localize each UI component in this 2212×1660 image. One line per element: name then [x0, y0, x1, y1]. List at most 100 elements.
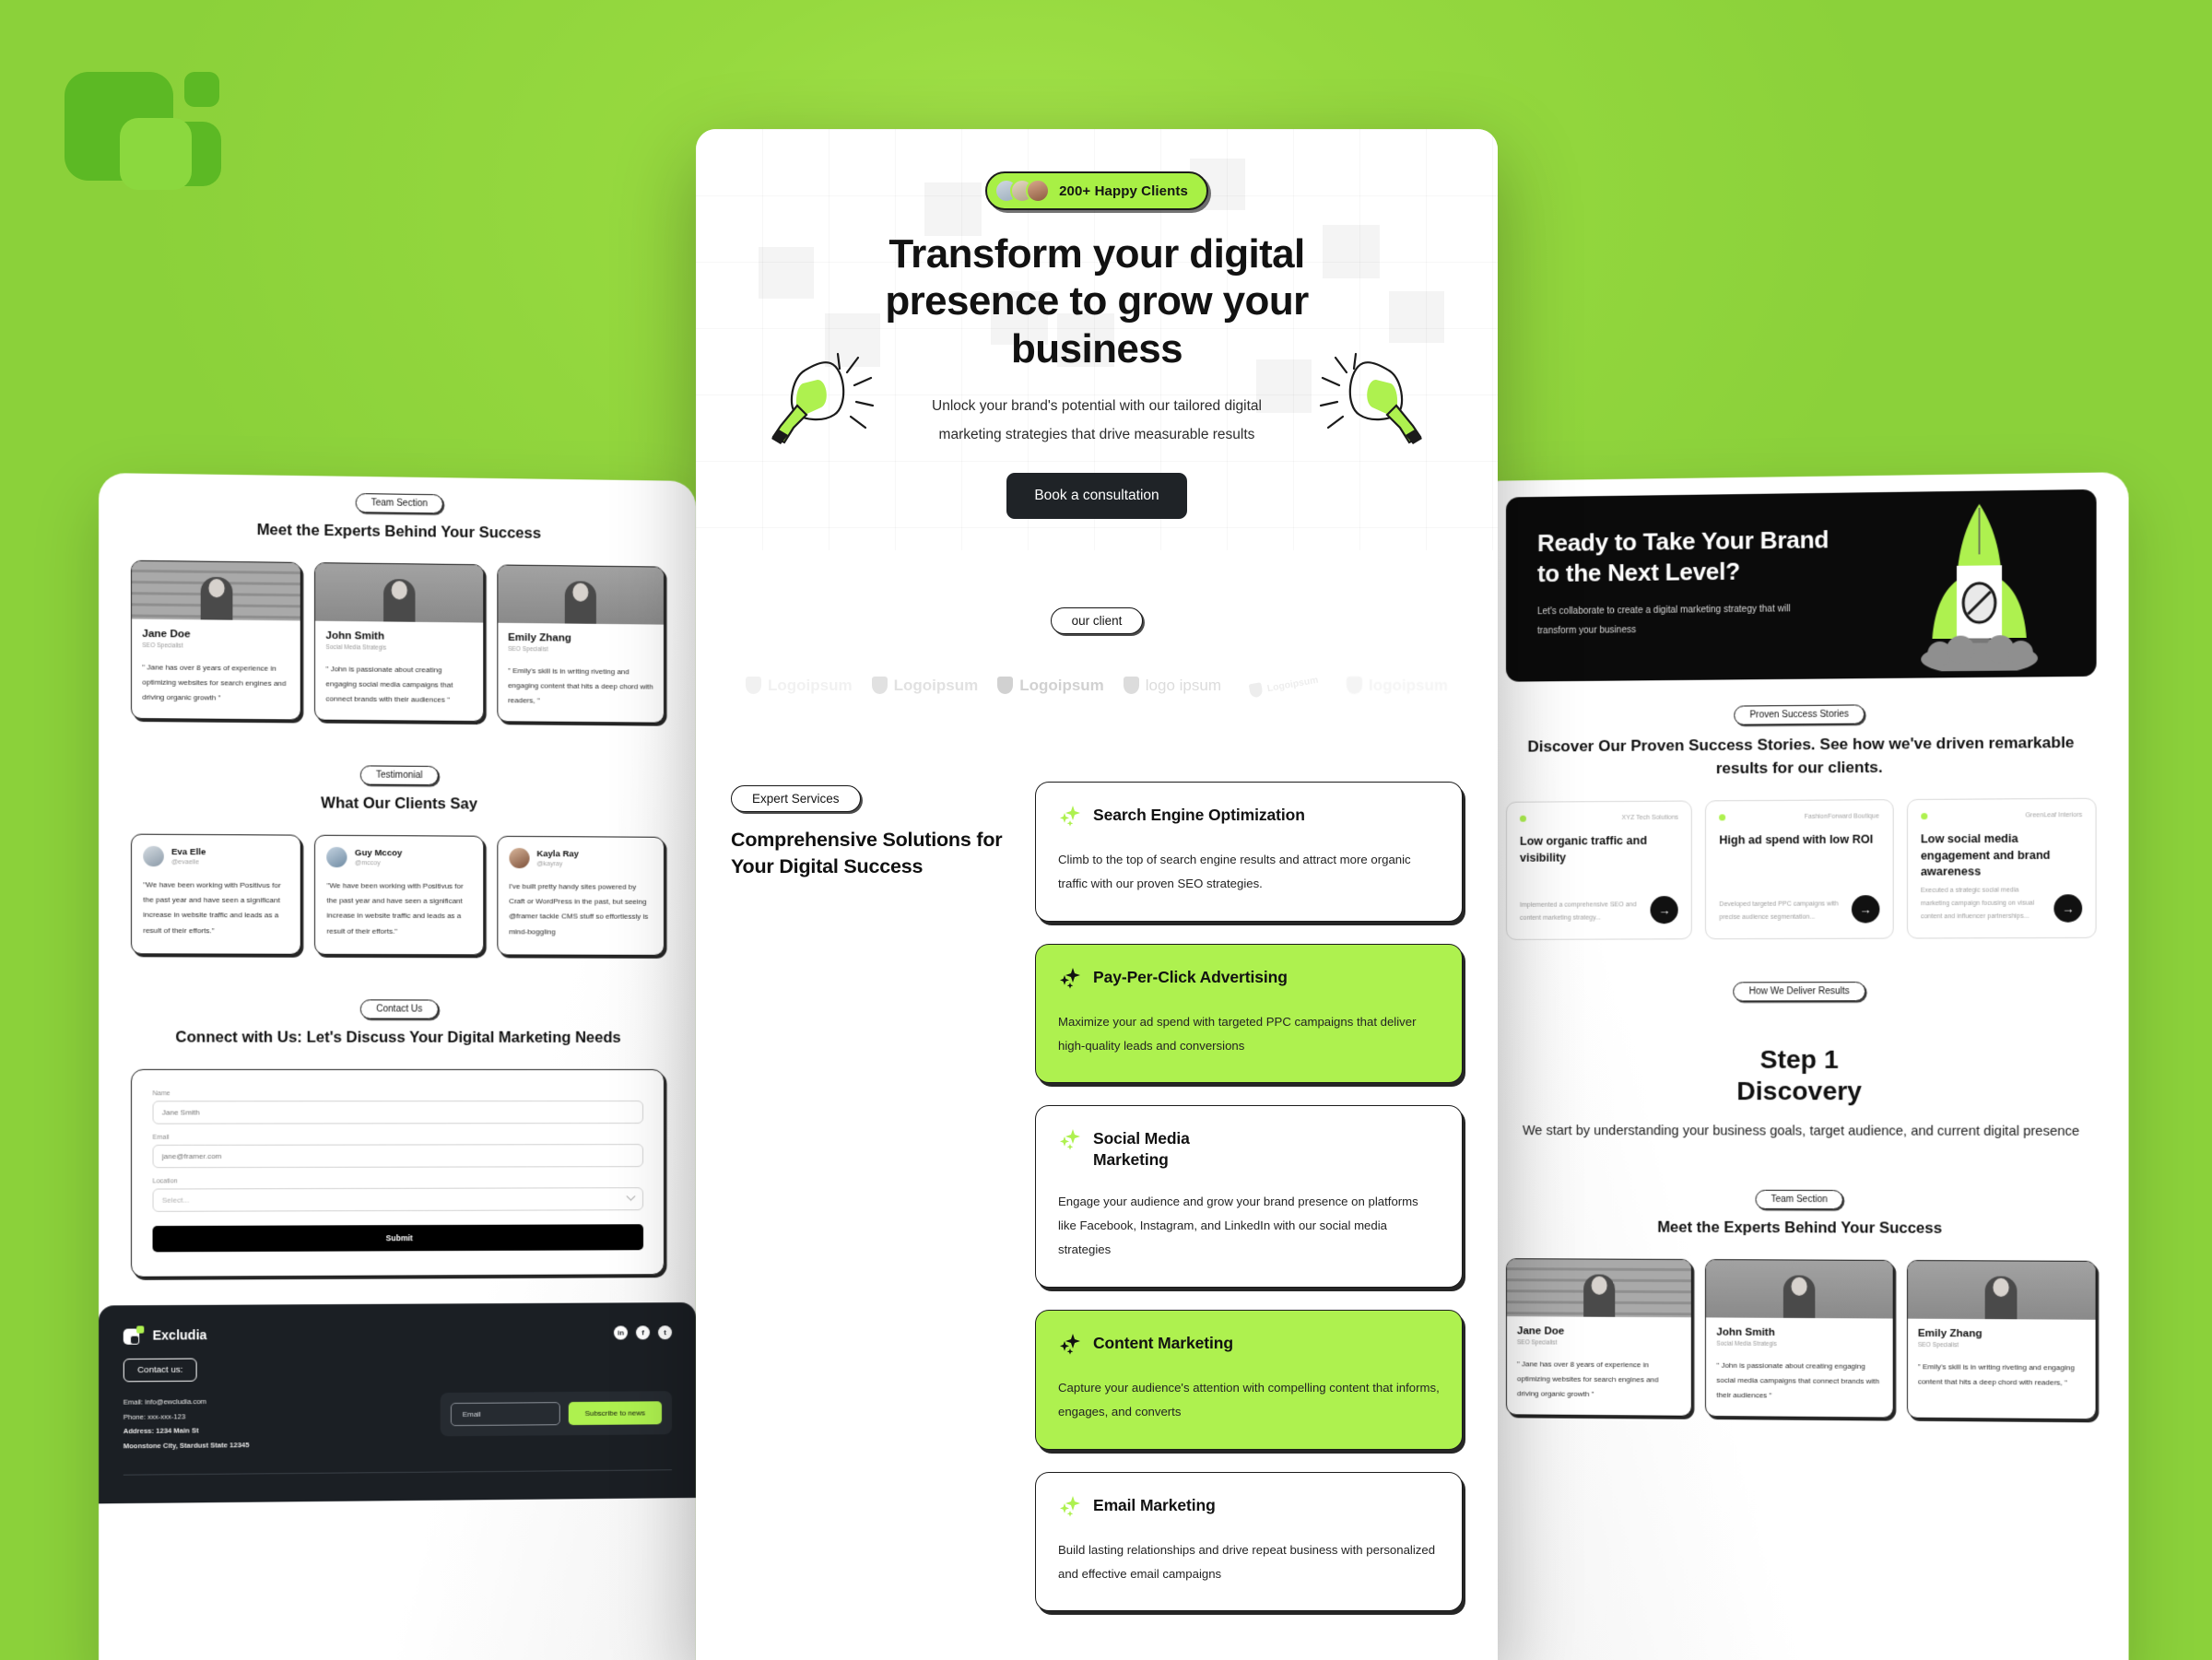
linkedin-icon[interactable]: in [614, 1325, 628, 1339]
logo-mark-icon [746, 677, 761, 694]
arrow-right-icon[interactable]: → [1852, 895, 1880, 923]
location-select[interactable]: Select... [153, 1187, 643, 1212]
arrow-right-icon[interactable]: → [2053, 895, 2082, 924]
right-team-cards: Jane Doe SEO Specialist " Jane has over … [1506, 1258, 2097, 1419]
testimonial-pill: Testimonial [360, 765, 439, 785]
service-card-social[interactable]: Social Media Marketing Engage your audie… [1035, 1105, 1463, 1287]
case-study-card[interactable]: XYZ Tech Solutions Low organic traffic a… [1506, 801, 1692, 940]
team-section-title: Meet the Experts Behind Your Success [131, 519, 665, 546]
center-preview-panel: 200+ Happy Clients Transform your digita… [696, 129, 1498, 1660]
client-logo-label: Logoipsum [768, 677, 853, 695]
subscribe-button[interactable]: Subscribe to news [568, 1401, 662, 1425]
team-section-pill: Team Section [1755, 1190, 1843, 1209]
testimonial-card[interactable]: Kayla Ray @kayray I've built pretty hand… [497, 835, 665, 956]
client-logo-label: Logoipsum [1266, 674, 1319, 694]
facebook-icon[interactable]: f [636, 1325, 650, 1339]
rocket-icon [1913, 498, 2045, 672]
service-description: Engage your audience and grow your brand… [1058, 1190, 1440, 1263]
background-logo-watermark [65, 57, 230, 186]
case-study-card[interactable]: FashionForward Boutique High ad spend wi… [1705, 799, 1893, 939]
twitter-icon[interactable]: t [658, 1325, 672, 1339]
sparkle-icon [1058, 804, 1082, 828]
footer-brand-name: Excludia [153, 1327, 207, 1343]
team-member-card[interactable]: John Smith Social Media Strategis " John… [1705, 1259, 1893, 1419]
avatar [327, 846, 347, 866]
team-member-photo [1908, 1261, 2096, 1320]
service-name: Pay-Per-Click Advertising [1093, 967, 1288, 987]
logo-mark-icon [1249, 683, 1264, 699]
team-member-card[interactable]: Emily Zhang SEO Specialist " Emily's ski… [1907, 1260, 2097, 1419]
case-title: Low social media engagement and brand aw… [1921, 831, 2082, 880]
case-description: Executed a strategic social media market… [1921, 885, 2044, 924]
footer-city: Moonstone City, Stardust State 12345 [124, 1438, 250, 1454]
team-member-name: John Smith [1716, 1326, 1882, 1338]
service-card-content[interactable]: Content Marketing Capture your audience'… [1035, 1310, 1463, 1450]
how-we-deliver-pill: How We Deliver Results [1733, 982, 1865, 1001]
case-client-name: FashionForward Boutique [1805, 814, 1879, 821]
name-input[interactable] [153, 1101, 643, 1124]
footer-divider [124, 1469, 672, 1475]
client-logo: logoipsum [1347, 677, 1448, 695]
submit-button[interactable]: Submit [153, 1224, 643, 1252]
client-logo: Logoipsum [1249, 673, 1320, 699]
services-title: Comprehensive Solutions for Your Digital… [731, 827, 1007, 880]
client-logo-label: logoipsum [1369, 677, 1448, 695]
service-description: Maximize your ad spend with targeted PPC… [1058, 1010, 1440, 1059]
step-number: Step 1 [1506, 1044, 2097, 1077]
case-client-name: XYZ Tech Solutions [1622, 815, 1678, 821]
team-member-name: Jane Doe [1517, 1325, 1681, 1337]
happy-clients-label: 200+ Happy Clients [1059, 183, 1188, 199]
cta-banner: Ready to Take Your Brand to the Next Lev… [1506, 489, 2097, 682]
footer-email: Email: info@ewcludia.com [124, 1394, 250, 1409]
case-study-card[interactable]: GreenLeaf Interiors Low social media eng… [1907, 798, 2097, 939]
cta-title: Ready to Take Your Brand to the Next Lev… [1537, 524, 1844, 589]
service-description: Climb to the top of search engine result… [1058, 848, 1440, 897]
cta-subtitle: Let's collaborate to create a digital ma… [1537, 598, 1826, 641]
client-logo-label: Logoipsum [894, 677, 979, 695]
service-cards-list: Search Engine Optimization Climb to the … [1035, 782, 1463, 1612]
team-member-card[interactable]: Emily Zhang SEO Specialist " Emily's ski… [497, 564, 665, 723]
team-member-role: SEO Specialist [1918, 1342, 2085, 1349]
email-input[interactable] [153, 1144, 643, 1168]
status-dot-icon [1921, 813, 1927, 819]
footer-social-links: in f t [614, 1325, 672, 1339]
arrow-right-icon[interactable]: → [1651, 896, 1678, 924]
chevron-down-icon [627, 1192, 636, 1201]
right-preview-panel: Ready to Take Your Brand to the Next Lev… [1475, 472, 2129, 1660]
team-section-pill: Team Section [355, 493, 443, 513]
testimonial-text: "We have been working with Positivus for… [327, 878, 472, 940]
sparkle-icon [1058, 1494, 1082, 1518]
left-team-section: Team Section Meet the Experts Behind You… [131, 490, 665, 547]
contact-form: Name Email Location Select... Submit [131, 1069, 665, 1277]
status-dot-icon [1719, 815, 1725, 821]
testimonial-card[interactable]: Eva Elle @evaelle "We have been working … [131, 833, 301, 955]
team-member-role: Social Media Strategis [326, 644, 473, 653]
footer-brand: Excludia [124, 1325, 207, 1346]
book-consultation-button[interactable]: Book a consultation [1006, 473, 1186, 519]
team-member-photo [1706, 1260, 1892, 1318]
footer-contact-button[interactable]: Contact us: [124, 1358, 197, 1382]
service-card-ppc[interactable]: Pay-Per-Click Advertising Maximize your … [1035, 944, 1463, 1084]
service-card-seo[interactable]: Search Engine Optimization Climb to the … [1035, 782, 1463, 922]
service-card-email[interactable]: Email Marketing Build lasting relationsh… [1035, 1472, 1463, 1612]
team-member-card[interactable]: Jane Doe SEO Specialist " Jane has over … [131, 559, 301, 720]
footer-contact-info: Email: info@ewcludia.com Phone: xxx-xxx-… [124, 1394, 250, 1454]
team-member-photo [498, 565, 664, 624]
testimonial-card[interactable]: Guy Mccoy @mccoy "We have been working w… [314, 834, 484, 955]
team-member-card[interactable]: Jane Doe SEO Specialist " Jane has over … [1506, 1258, 1692, 1417]
team-member-card[interactable]: John Smith Social Media Strategis " John… [314, 562, 484, 722]
logo-square-large [65, 72, 173, 181]
footer-phone: Phone: xxx-xxx-123 [124, 1408, 250, 1424]
logo-mark-icon [1124, 677, 1139, 694]
step-description: We start by understanding your business … [1506, 1121, 2097, 1142]
services-section: Expert Services Comprehensive Solutions … [696, 732, 1498, 1649]
left-team-cards: Jane Doe SEO Specialist " Jane has over … [131, 559, 665, 723]
newsletter-email-input[interactable]: Email [451, 1402, 560, 1426]
process-section: How We Deliver Results Step 1 Discovery … [1475, 938, 2129, 1142]
testimonial-author: Eva Elle [171, 847, 206, 857]
team-member-name: Jane Doe [142, 629, 290, 642]
service-name: Content Marketing [1093, 1333, 1233, 1353]
testimonial-author: Guy Mccoy [355, 848, 402, 858]
service-name: Search Engine Optimization [1093, 805, 1305, 825]
brand-logo-icon [124, 1325, 145, 1345]
